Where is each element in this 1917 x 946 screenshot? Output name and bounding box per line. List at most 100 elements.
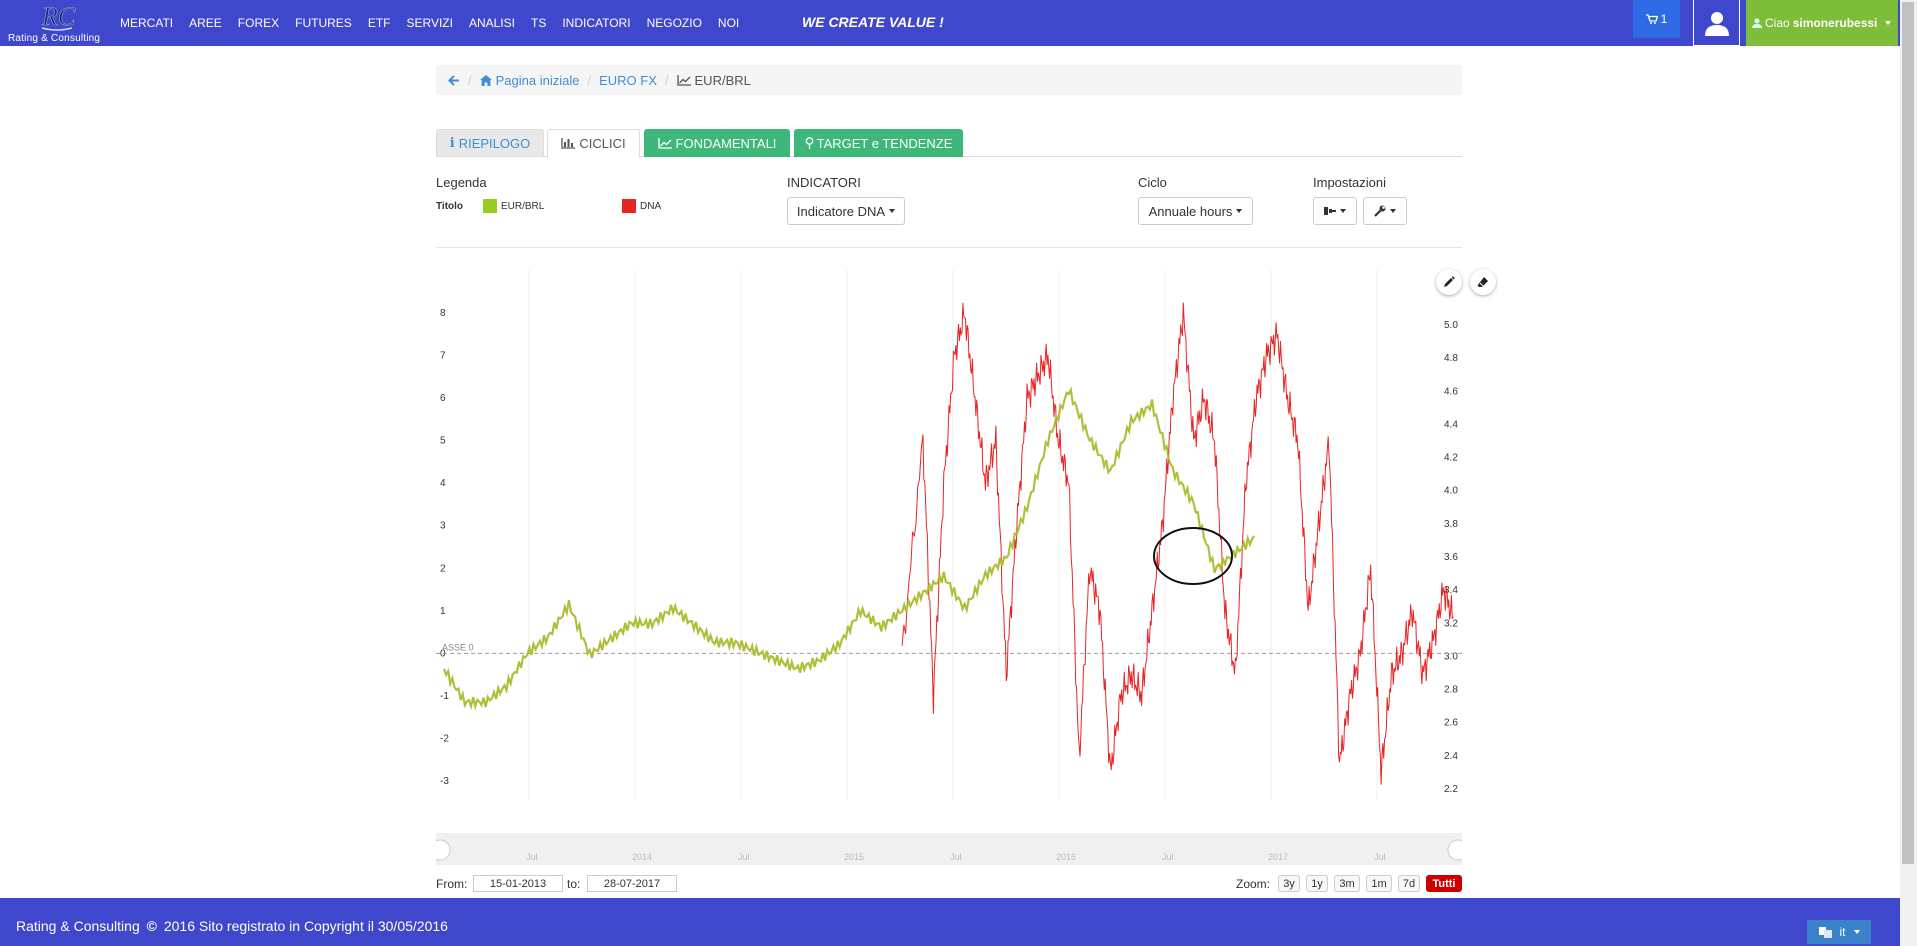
bar-chart-icon: [561, 138, 576, 149]
zoom-all-button[interactable]: Tutti: [1426, 875, 1462, 892]
divider: [436, 247, 1462, 248]
breadcrumb-separator: /: [587, 72, 592, 88]
footer: Rating & Consulting © 2016 Sito registra…: [0, 898, 1900, 946]
chevron-down-icon: [1390, 209, 1396, 213]
right-axis-tick: 2.8: [1444, 685, 1458, 696]
nav-forex[interactable]: FOREX: [238, 16, 279, 30]
style-dropdown[interactable]: [1313, 197, 1357, 225]
breadcrumb-section[interactable]: EURO FX: [599, 73, 657, 88]
language-value: it: [1839, 925, 1846, 939]
nav-aree[interactable]: AREE: [189, 16, 222, 30]
legend: Titolo EUR/BRL DNA: [436, 199, 736, 215]
wrench-icon: [1374, 205, 1386, 217]
navigator-label: Jul: [738, 852, 750, 862]
right-axis-tick: 2.6: [1444, 718, 1458, 729]
left-axis-tick: 5: [440, 436, 446, 447]
logo[interactable]: RC Rating & Consulting: [6, 0, 106, 46]
nav-etf[interactable]: ETF: [368, 16, 391, 30]
left-axis-tick: 2: [440, 563, 446, 574]
right-axis-tick: 3.8: [1444, 519, 1458, 530]
breadcrumb-home[interactable]: Pagina iniziale: [496, 73, 580, 88]
cart-button[interactable]: 1: [1633, 0, 1680, 38]
translate-icon: [1818, 926, 1832, 938]
zoom-7d-button[interactable]: 7d: [1398, 875, 1420, 892]
tab-target-tendenze[interactable]: TARGET e TENDENZE: [794, 129, 963, 157]
ciclo-label: Ciclo: [1138, 175, 1167, 190]
zero-line-label: ASSE 0: [442, 642, 474, 652]
nav-analisi[interactable]: ANALISI: [469, 16, 515, 30]
left-axis-tick: 7: [440, 351, 446, 362]
user-menu[interactable]: Ciao simonerubessi: [1746, 0, 1898, 46]
to-date-input[interactable]: 28-07-2017: [587, 875, 677, 892]
from-label: From:: [436, 877, 468, 891]
copyright-icon: ©: [146, 918, 157, 934]
eurbrl-series-line: [443, 387, 1255, 709]
nav-negozio[interactable]: NEGOZIO: [647, 16, 702, 30]
user-avatar[interactable]: [1693, 0, 1740, 46]
language-selector[interactable]: it: [1807, 920, 1871, 944]
slogan: WE CREATE VALUE !: [802, 14, 944, 30]
indicatori-label: INDICATORI: [787, 175, 861, 190]
zoom-1y-button[interactable]: 1y: [1306, 875, 1328, 892]
chart-container[interactable]: 8 7 6 5 4 3 2 1 0 -1 -2 -3 5.0 4.8 4.6 4.4 4.2 4.0 3.8 3.6 3…: [429, 265, 1496, 865]
to-label: to:: [567, 877, 581, 891]
logo-icon: RC: [41, 2, 76, 32]
legend-swatch-eurbrl: [483, 199, 497, 213]
zoom-3m-button[interactable]: 3m: [1334, 875, 1360, 892]
tab-fondamentali[interactable]: FONDAMENTALI: [644, 129, 790, 157]
left-axis-tick: 3: [440, 521, 446, 532]
navigator-label: Jul: [1162, 852, 1174, 862]
nav-servizi[interactable]: SERVIZI: [406, 16, 452, 30]
tab-label: CICLICI: [579, 136, 626, 151]
nav-ts[interactable]: TS: [531, 16, 546, 30]
user-small-icon: [1752, 18, 1762, 28]
svg-text:RC: RC: [41, 2, 76, 31]
navigator-label: 2015: [844, 852, 864, 862]
nav-mercati[interactable]: MERCATI: [120, 16, 173, 30]
right-axis-tick: 4.2: [1444, 453, 1458, 464]
footer-copyright: 2016 Sito registrato in Copyright il 30/…: [163, 918, 448, 934]
cart-count: 1: [1660, 12, 1668, 26]
nav-futures[interactable]: FUTURES: [295, 16, 352, 30]
tab-riepilogo[interactable]: i RIEPILOGO: [436, 129, 544, 157]
scrollbar-thumb[interactable]: [1902, 2, 1914, 864]
nav-noi[interactable]: NOI: [718, 16, 739, 30]
pin-icon: [805, 137, 813, 149]
left-axis-tick: -2: [440, 733, 449, 744]
erase-button[interactable]: [1470, 269, 1496, 295]
nav-indicatori[interactable]: INDICATORI: [562, 16, 630, 30]
indicatore-value: Indicatore DNA: [796, 203, 886, 219]
right-axis-tick: 3.6: [1444, 552, 1458, 563]
username: simonerubessi: [1792, 16, 1878, 30]
indicatore-dropdown[interactable]: Indicatore DNA: [787, 197, 905, 225]
ciclo-value: Annuale hours: [1148, 203, 1233, 219]
navigator-label: 2016: [1056, 852, 1076, 862]
from-date-input[interactable]: 15-01-2013: [473, 875, 563, 892]
ciclo-dropdown[interactable]: Annuale hours: [1138, 197, 1253, 225]
dna-series-line: [901, 302, 1454, 785]
left-axis-tick: -3: [440, 776, 449, 787]
chevron-down-icon: [889, 209, 896, 213]
annotation-ellipse: [1153, 527, 1233, 585]
tools-dropdown[interactable]: [1363, 197, 1407, 225]
tab-ciclici[interactable]: CICLICI: [547, 129, 640, 158]
draw-button[interactable]: [1436, 269, 1462, 295]
tab-label: TARGET e TENDENZE: [816, 135, 953, 151]
zoom-1m-button[interactable]: 1m: [1366, 875, 1392, 892]
cart-icon: [1645, 14, 1658, 24]
right-axis-tick: 4.0: [1444, 486, 1458, 497]
zoom-3y-button[interactable]: 3y: [1278, 875, 1300, 892]
back-arrow-icon[interactable]: [448, 74, 460, 86]
left-axis-tick: 8: [440, 308, 446, 319]
navigator-label: Jul: [1374, 852, 1386, 862]
tab-bar: i RIEPILOGO CICLICI FONDAMENTALI TARGET …: [436, 129, 1462, 158]
left-axis-tick: 1: [440, 606, 446, 617]
info-icon: i: [449, 135, 455, 151]
greeting: Ciao: [1765, 16, 1790, 30]
main-nav: MERCATI AREE FOREX FUTURES ETF SERVIZI A…: [112, 0, 747, 46]
line-chart-icon: [657, 137, 672, 149]
navigator-label: 2017: [1268, 852, 1288, 862]
right-axis-tick: 4.6: [1444, 386, 1458, 397]
chevron-down-icon: [1885, 21, 1892, 25]
chart[interactable]: 876543210-1-2-35.04.84.64.44.24.03.83.63…: [429, 265, 1469, 865]
